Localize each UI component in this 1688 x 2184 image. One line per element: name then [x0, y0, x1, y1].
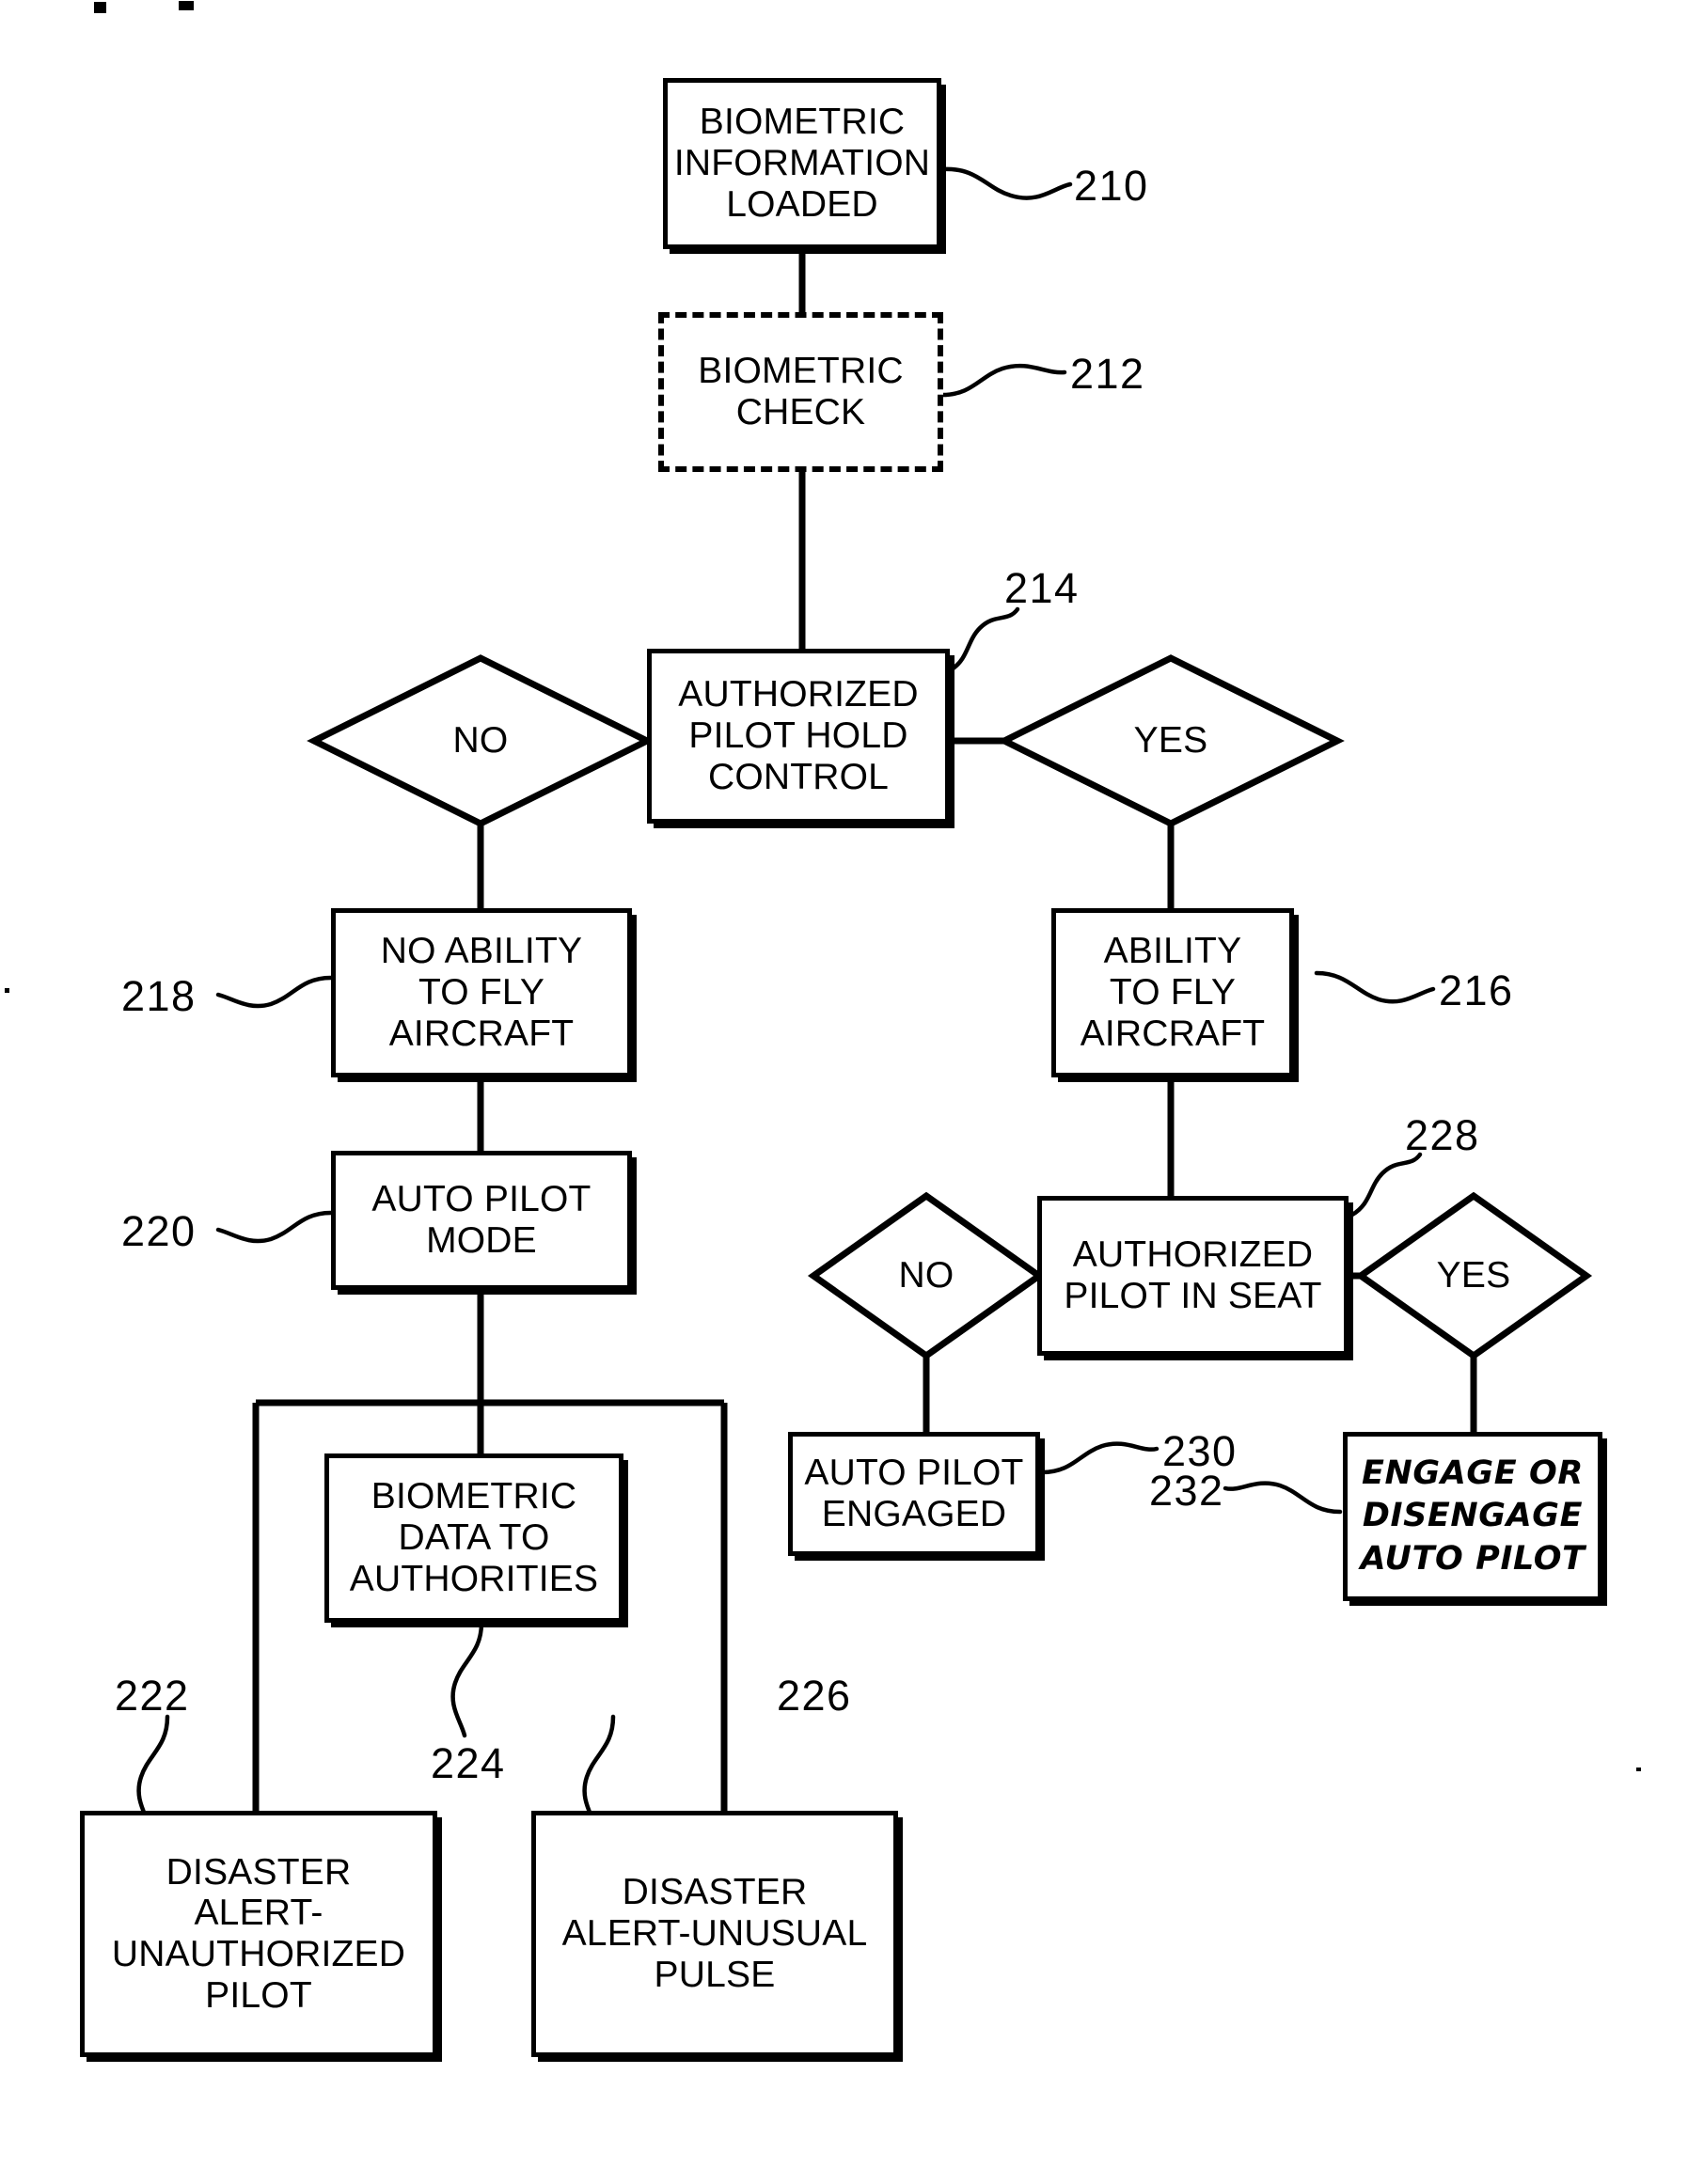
reference-numeral-224: 224	[431, 1739, 506, 1787]
scan-artifact	[5, 988, 9, 993]
node-auto-pilot-engaged[interactable]: AUTO PILOT ENGAGED	[788, 1432, 1040, 1556]
node-disaster-alert-unauthorized-pilot[interactable]: DISASTER ALERT- UNAUTHORIZED PILOT	[80, 1811, 437, 2057]
figure-sheet: BIOMETRIC INFORMATION LOADED BIOMETRIC C…	[0, 0, 1688, 2184]
reference-numeral-220: 220	[121, 1207, 197, 1255]
decision-214-yes[interactable]: YES	[1004, 658, 1337, 824]
reference-numeral-228: 228	[1405, 1111, 1480, 1159]
decision-label: YES	[1133, 720, 1208, 761]
node-label: ABILITY TO FLY AIRCRAFT	[1080, 931, 1266, 1054]
decision-228-no[interactable]: NO	[813, 1196, 1039, 1356]
node-ability-to-fly-aircraft[interactable]: ABILITY TO FLY AIRCRAFT	[1051, 908, 1294, 1077]
node-label: AUTHORIZED PILOT IN SEAT	[1064, 1234, 1322, 1316]
reference-numeral-210: 210	[1074, 162, 1149, 210]
node-auto-pilot-mode[interactable]: AUTO PILOT MODE	[331, 1151, 632, 1290]
leader-210	[939, 166, 1073, 200]
scan-artifact	[179, 1, 194, 10]
node-authorized-pilot-hold-control[interactable]: AUTHORIZED PILOT HOLD CONTROL	[647, 649, 950, 824]
node-engage-or-disengage-auto-pilot[interactable]: ENGAGE OR DISENGAGE AUTO PILOT	[1343, 1432, 1602, 1601]
node-label: DISASTER ALERT- UNAUTHORIZED PILOT	[111, 1851, 406, 2016]
node-label: BIOMETRIC INFORMATION LOADED	[673, 102, 931, 225]
node-biometric-check[interactable]: BIOMETRIC CHECK	[658, 312, 943, 472]
node-label: AUTHORIZED PILOT HOLD CONTROL	[678, 674, 919, 797]
leader-232	[1223, 1481, 1343, 1515]
node-label: AUTO PILOT ENGAGED	[804, 1453, 1024, 1534]
reference-numeral-218: 218	[121, 972, 197, 1020]
leader-216	[1314, 970, 1436, 1004]
node-no-ability-to-fly-aircraft[interactable]: NO ABILITY TO FLY AIRCRAFT	[331, 908, 632, 1077]
decision-label: NO	[452, 720, 509, 761]
node-label: BIOMETRIC CHECK	[698, 351, 904, 432]
node-label: NO ABILITY TO FLY AIRCRAFT	[380, 931, 583, 1054]
reference-numeral-212: 212	[1070, 350, 1145, 398]
leader-212	[939, 363, 1067, 398]
decision-label: NO	[898, 1255, 954, 1296]
decision-label: YES	[1436, 1255, 1511, 1296]
node-label: AUTO PILOT MODE	[371, 1179, 592, 1261]
decision-214-no[interactable]: NO	[314, 658, 647, 824]
reference-numeral-216: 216	[1439, 966, 1514, 1014]
node-authorized-pilot-in-seat[interactable]: AUTHORIZED PILOT IN SEAT	[1037, 1196, 1349, 1356]
scan-artifact	[94, 2, 106, 13]
node-biometric-data-to-authorities[interactable]: BIOMETRIC DATA TO AUTHORITIES	[324, 1453, 623, 1623]
scan-artifact	[1636, 1768, 1641, 1771]
node-label: ENGAGE OR DISENGAGE AUTO PILOT	[1360, 1453, 1585, 1578]
node-label: BIOMETRIC DATA TO AUTHORITIES	[349, 1476, 599, 1599]
leader-218	[215, 975, 334, 1009]
node-biometric-information-loaded[interactable]: BIOMETRIC INFORMATION LOADED	[663, 78, 941, 249]
reference-numeral-214: 214	[1004, 564, 1080, 612]
leader-224	[450, 1620, 484, 1738]
reference-numeral-222: 222	[115, 1672, 190, 1720]
reference-numeral-226: 226	[777, 1672, 852, 1720]
node-disaster-alert-unusual-pulse[interactable]: DISASTER ALERT-UNUSUAL PULSE	[531, 1811, 898, 2057]
reference-numeral-232: 232	[1149, 1467, 1224, 1515]
leader-220	[215, 1210, 334, 1244]
leader-230	[1039, 1441, 1160, 1475]
decision-228-yes[interactable]: YES	[1361, 1196, 1586, 1356]
node-label: DISASTER ALERT-UNUSUAL PULSE	[561, 1872, 868, 1995]
